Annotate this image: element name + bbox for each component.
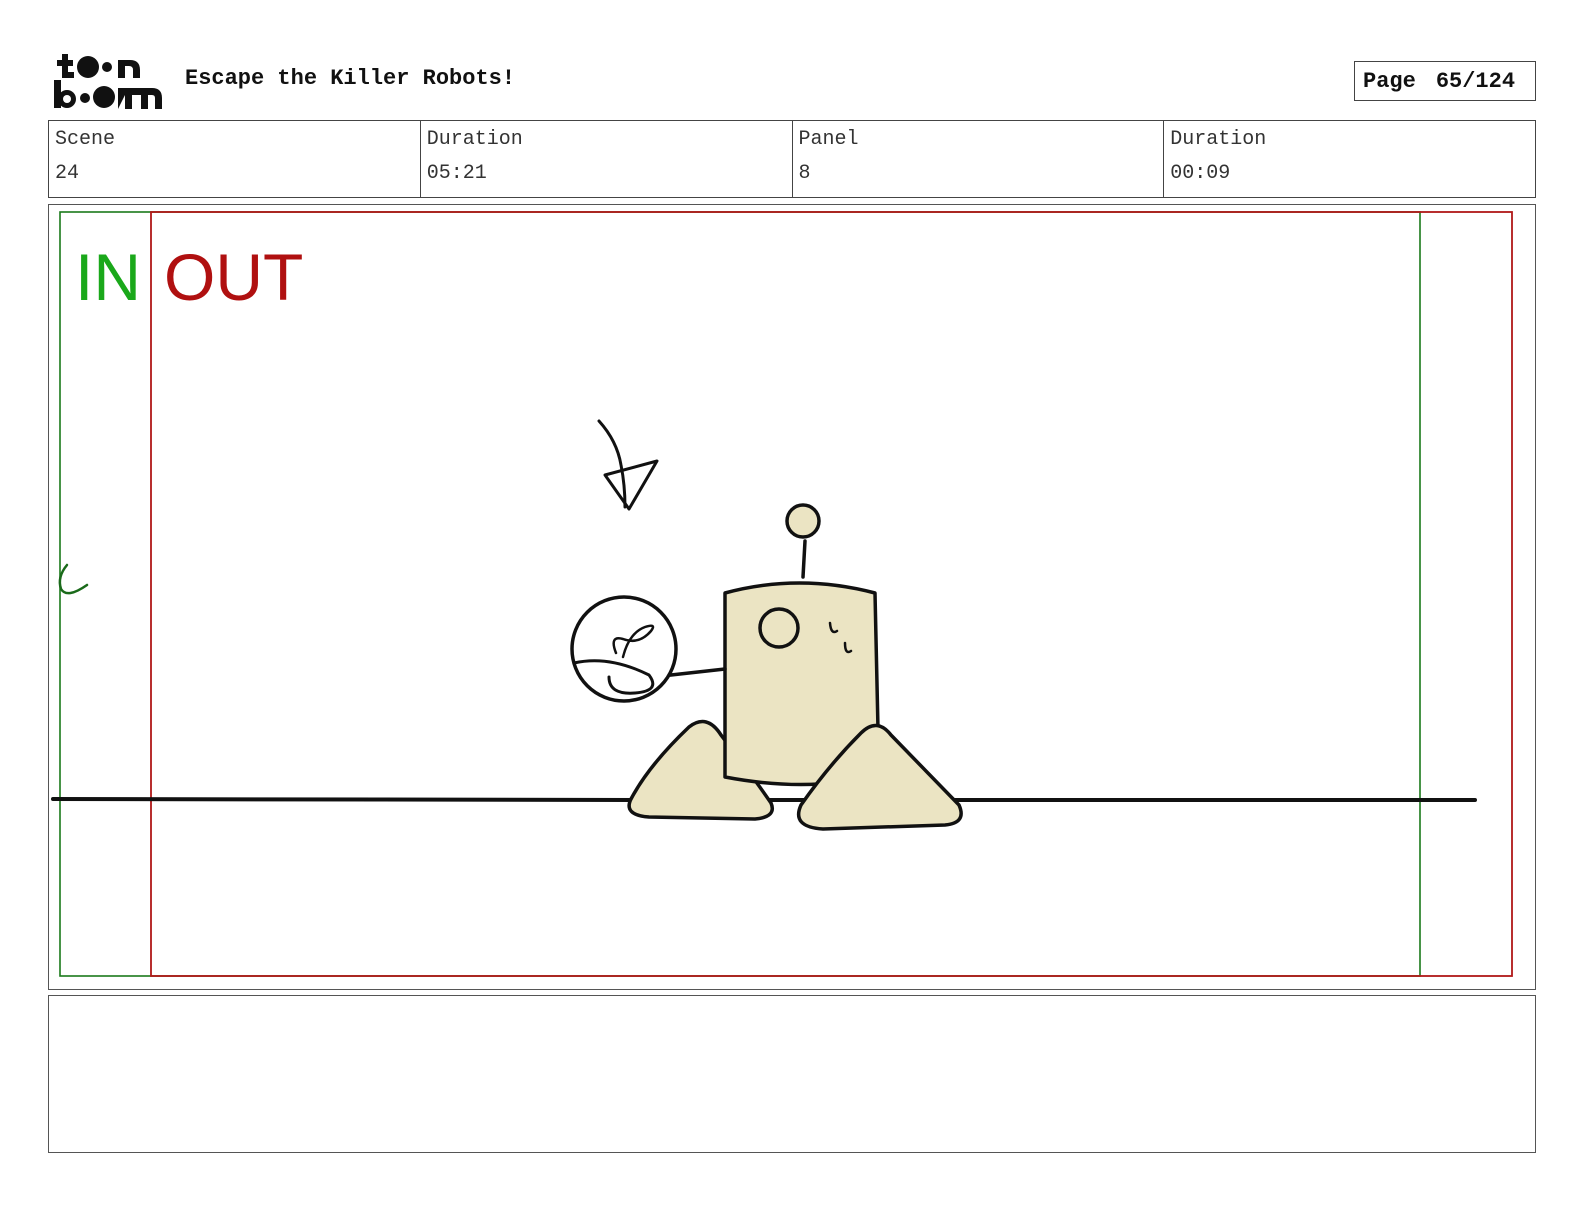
panel-value: 8 [798, 162, 811, 185]
panel-duration-value: 00:09 [1170, 162, 1231, 185]
page-value: 65/124 [1435, 68, 1516, 94]
scene-value: 24 [55, 162, 80, 185]
page-indicator: Page 65/124 [1354, 61, 1536, 101]
scene-duration-cell: Duration 05:21 [421, 121, 793, 197]
panel-label: Panel [798, 128, 859, 151]
storyboard-panel: IN OUT [48, 204, 1536, 990]
green-scribble [58, 563, 89, 595]
in-label: IN [75, 240, 141, 314]
scene-info-table: Scene 24 Duration 05:21 Panel 8 Duration… [48, 120, 1536, 198]
robot-sketch [570, 503, 963, 831]
motion-arrow [597, 419, 659, 511]
scene-duration-value: 05:21 [426, 162, 487, 185]
scene-label: Scene [55, 128, 116, 151]
scene-cell: Scene 24 [49, 121, 421, 197]
project-title: Escape the Killer Robots! [185, 66, 516, 91]
panel-duration-label: Duration [1170, 128, 1267, 151]
panel-cell: Panel 8 [793, 121, 1165, 197]
out-label: OUT [164, 240, 303, 314]
panel-drawing: IN OUT [51, 211, 1513, 977]
page-label: Page [1363, 68, 1416, 94]
toon-boom-logo [52, 50, 164, 112]
scene-duration-label: Duration [426, 128, 523, 151]
panel-duration-cell: Duration 00:09 [1164, 121, 1535, 197]
panel-notes-box[interactable] [48, 995, 1536, 1153]
